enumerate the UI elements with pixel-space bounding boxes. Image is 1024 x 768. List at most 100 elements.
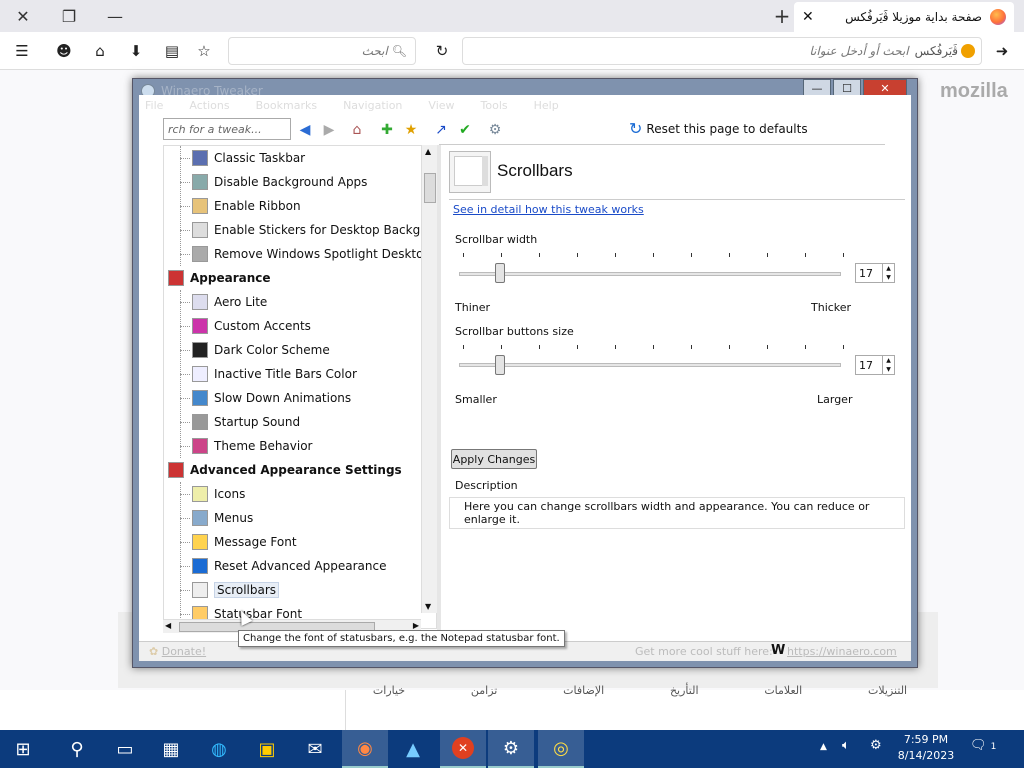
spin-down-icon[interactable]: ▼ [886, 366, 891, 373]
tweak-search-input[interactable]: rch for a tweak... [163, 118, 291, 140]
close-tab-icon[interactable]: ✕ [802, 9, 814, 25]
menu-item[interactable]: File [145, 99, 163, 112]
tree-category[interactable]: ◢Advanced Appearance Settings [164, 458, 402, 482]
reset-page-button[interactable]: ↻ Reset this page to defaults [629, 119, 808, 138]
download-icon[interactable]: ⬇ [124, 39, 148, 63]
home-tweak-icon[interactable]: ⌂ [347, 120, 367, 140]
menu-icon[interactable]: ☰ [10, 39, 34, 63]
spin-up-icon[interactable]: ▲ [886, 357, 891, 364]
tray-chevron-icon[interactable]: ▲ [820, 742, 827, 752]
tree-item[interactable]: Enable Ribbon [192, 194, 301, 218]
tree-item[interactable]: Reset Advanced Appearance [192, 554, 386, 578]
minimize-window-icon[interactable]: — [92, 0, 138, 32]
library-icon[interactable]: ▤ [160, 39, 184, 63]
tree-item[interactable]: Aero Lite [192, 290, 267, 314]
tree-vscroll-thumb[interactable] [424, 173, 436, 203]
tweak-icon [192, 390, 208, 406]
bottom-link[interactable]: الإضافات [563, 684, 604, 704]
search-input[interactable]: 🔍︎ ابحث [228, 37, 416, 65]
clock[interactable]: 7:59 PM 8/14/2023 [896, 732, 956, 764]
home-icon[interactable]: ⌂ [88, 39, 112, 63]
reload-icon[interactable]: ↻ [430, 39, 454, 63]
forward-icon[interactable]: ➜ [990, 39, 1014, 63]
tree-item[interactable]: Remove Windows Spotlight Desktop Icon [192, 242, 436, 266]
tree-item[interactable]: Message Font [192, 530, 297, 554]
winaero-link[interactable]: https://winaero.com [787, 645, 897, 658]
donate-link[interactable]: ✿ Donate! [149, 645, 206, 658]
width-slider-thumb[interactable] [495, 263, 505, 283]
photos-icon[interactable]: ▲ [390, 730, 436, 768]
scroll-left-icon[interactable]: ◀ [165, 621, 171, 630]
taskbar-search-icon[interactable]: ⚲ [54, 730, 100, 768]
tree-item[interactable]: Theme Behavior [192, 434, 313, 458]
restore-window-icon[interactable]: ❐ [46, 0, 92, 32]
store-icon[interactable]: ▣ [244, 730, 290, 768]
firefox-taskbar-icon[interactable]: ◉ [342, 730, 388, 768]
tree-category[interactable]: ◢Appearance [164, 266, 271, 290]
tree-item[interactable]: Custom Accents [192, 314, 311, 338]
scroll-down-icon[interactable]: ▼ [425, 602, 431, 611]
apply-changes-button[interactable]: Apply Changes [451, 449, 537, 469]
browser-tab[interactable]: صفحة بداية موزيلا ﭬَيَرفُكس ✕ [794, 2, 1014, 32]
tray-gear-icon[interactable]: ⚙ [870, 738, 882, 753]
url-bar[interactable]: ﭬَيَرفُكس ابحث أو أدخل عنوانا [462, 37, 982, 65]
tree-item[interactable]: Dark Color Scheme [192, 338, 330, 362]
spin-up-icon[interactable]: ▲ [886, 265, 891, 272]
menu-item[interactable]: Bookmarks [256, 99, 317, 112]
tree-item-label: Aero Lite [214, 295, 268, 309]
menu-item[interactable]: Help [534, 99, 559, 112]
bookmarks-star-icon[interactable]: ★ [401, 120, 421, 140]
add-bookmark-icon[interactable]: ✚ [377, 120, 397, 140]
edge-icon[interactable]: ◍ [196, 730, 242, 768]
bottom-link[interactable]: تزامن [471, 684, 497, 704]
mail-icon[interactable]: ✉ [292, 730, 338, 768]
notification-icon[interactable]: 🗨︎ 1 [970, 738, 996, 753]
explorer-icon[interactable]: ▦ [148, 730, 194, 768]
width-slider-track[interactable] [459, 272, 841, 276]
tree-item[interactable]: Startup Sound [192, 410, 300, 434]
tweak-icon [192, 366, 208, 382]
bottom-link[interactable]: التأريخ [670, 684, 699, 704]
winaero-taskbar-icon[interactable]: ◎ [538, 730, 584, 768]
tree-item[interactable]: Classic Taskbar [192, 146, 305, 170]
account-icon[interactable]: ☻ [52, 39, 76, 63]
check-icon[interactable]: ✔ [455, 120, 475, 140]
tree-item[interactable]: Menus [192, 506, 253, 530]
close-window-icon[interactable]: ✕ [0, 0, 46, 32]
shortcut-icon[interactable]: ↗ [431, 120, 451, 140]
tree-item[interactable]: Slow Down Animations [192, 386, 351, 410]
forward-nav-icon[interactable]: ▶ [319, 120, 339, 140]
tree-vertical-scrollbar[interactable]: ▲ ▼ [421, 145, 437, 613]
tree-item[interactable]: Inactive Title Bars Color [192, 362, 357, 386]
spin-down-icon[interactable]: ▼ [886, 274, 891, 281]
settings-gear-icon[interactable]: ⚙ [485, 120, 505, 140]
tree-item[interactable]: Disable Background Apps [192, 170, 367, 194]
menu-item[interactable]: View [428, 99, 454, 112]
url-identity[interactable]: ﭬَيَرفُكس [915, 44, 975, 58]
scroll-right-icon[interactable]: ▶ [413, 621, 419, 630]
menu-item[interactable]: Actions [189, 99, 229, 112]
buttons-spinner[interactable]: 17 ▲ ▼ [855, 355, 895, 375]
app-taskbar-icon[interactable]: ✕ [440, 730, 486, 768]
settings-taskbar-icon[interactable]: ⚙ [488, 730, 534, 768]
width-spinner[interactable]: 17 ▲ ▼ [855, 263, 895, 283]
bottom-link[interactable]: التنزيلات [868, 684, 907, 704]
tree-item[interactable]: Scrollbars [192, 578, 280, 602]
tree-item[interactable]: Icons [192, 482, 245, 506]
start-windows-icon[interactable]: ⊞ [0, 730, 46, 768]
tree-item[interactable]: Enable Stickers for Desktop Background [192, 218, 436, 242]
bookmark-star-icon[interactable]: ☆ [192, 39, 216, 63]
buttons-slider-track[interactable] [459, 363, 841, 367]
bottom-link[interactable]: العلامات [764, 684, 802, 704]
detail-link[interactable]: See in detail how this tweak works [453, 203, 644, 216]
menu-item[interactable]: Tools [481, 99, 508, 112]
bottom-link[interactable]: خيارات [373, 684, 405, 704]
new-tab-button[interactable]: + [770, 4, 794, 28]
back-icon[interactable]: ◀ [295, 120, 315, 140]
task-view-icon[interactable]: ▭ [102, 730, 148, 768]
url-placeholder: ابحث أو أدخل عنوانا [809, 44, 909, 58]
buttons-slider-thumb[interactable] [495, 355, 505, 375]
menu-item[interactable]: Navigation [343, 99, 402, 112]
scroll-up-icon[interactable]: ▲ [425, 147, 431, 156]
volume-icon[interactable]: 🔈︎ [842, 738, 850, 753]
